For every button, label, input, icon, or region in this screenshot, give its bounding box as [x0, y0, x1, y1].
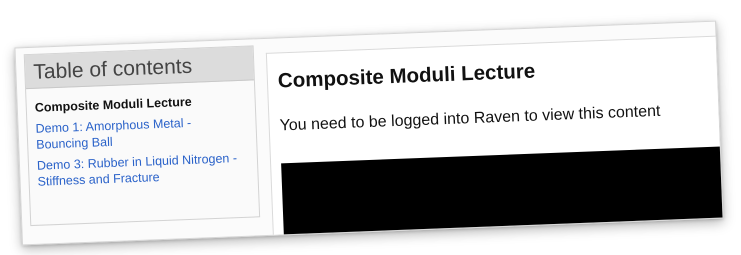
toc-sidebar: Table of contents Composite Moduli Lectu… — [23, 45, 261, 227]
screenshot-stage: Table of contents Composite Moduli Lectu… — [0, 0, 741, 255]
video-placeholder — [281, 146, 724, 246]
toc-link-demo-1[interactable]: Demo 1: Amorphous Metal - Bouncing Ball — [35, 113, 246, 153]
toc-current-item: Composite Moduli Lecture — [34, 94, 192, 115]
page-card: Table of contents Composite Moduli Lectu… — [14, 20, 724, 246]
toc-link-demo-3[interactable]: Demo 3: Rubber in Liquid Nitrogen - Stif… — [37, 150, 248, 190]
main-content: Composite Moduli Lecture You need to be … — [265, 35, 724, 246]
toc-list: Composite Moduli Lecture Demo 1: Amorpho… — [26, 80, 258, 190]
